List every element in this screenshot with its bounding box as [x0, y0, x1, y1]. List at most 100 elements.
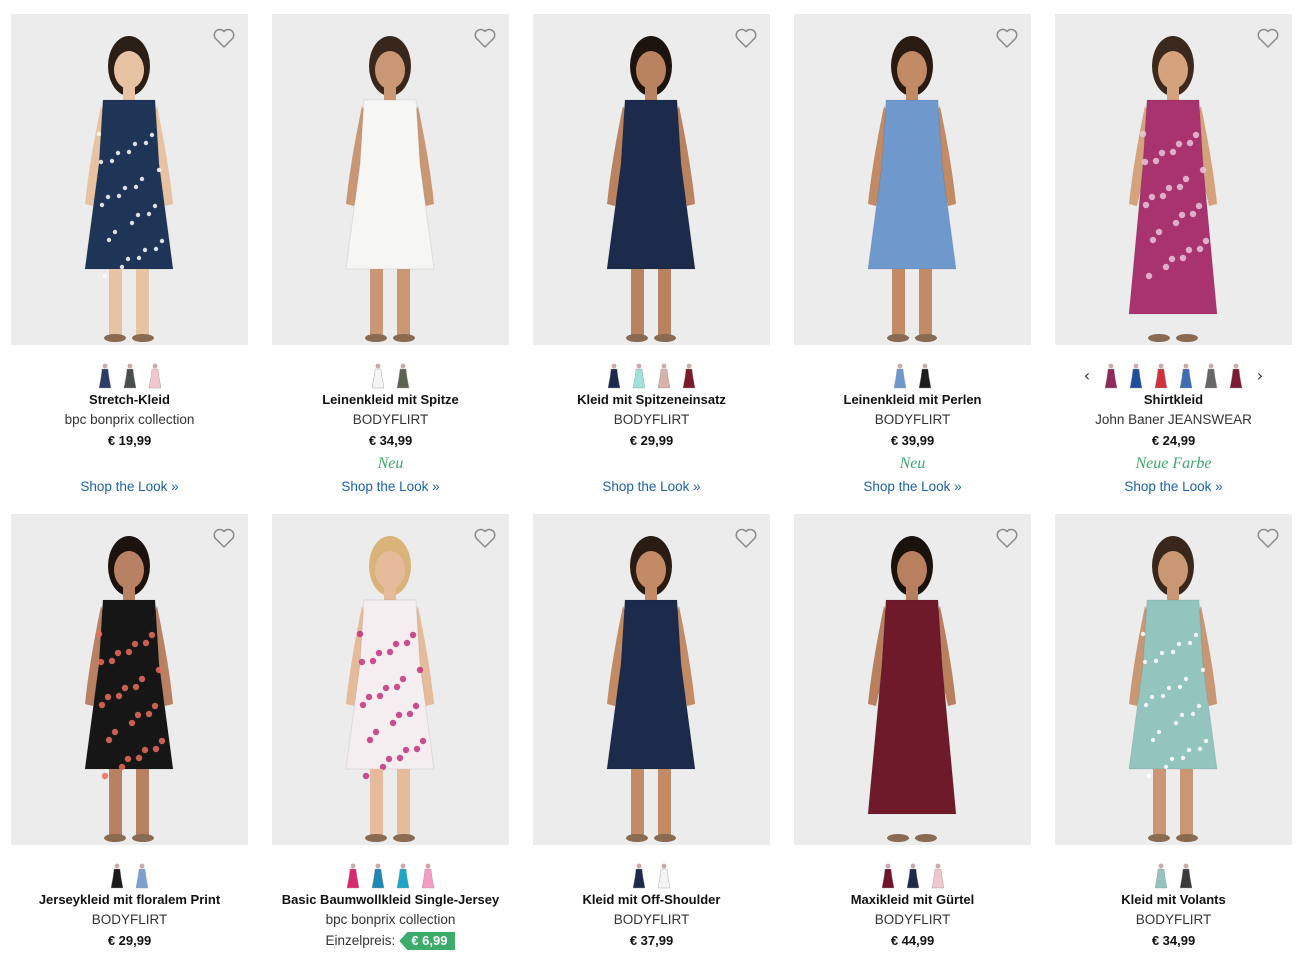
color-swatch[interactable] — [631, 863, 647, 889]
product-brand: bpc bonprix collection — [325, 912, 456, 927]
heart-outline-icon[interactable] — [995, 527, 1019, 549]
color-swatch[interactable] — [1203, 363, 1219, 389]
color-swatch[interactable] — [631, 363, 647, 389]
product-price: € 29,99 — [107, 933, 152, 948]
product-card[interactable]: Kleid mit Off-Shoulder BODYFLIRT € 37,99 — [533, 514, 770, 948]
heart-outline-icon[interactable] — [212, 27, 236, 49]
color-swatches — [1055, 861, 1292, 889]
product-name[interactable]: Leinenkleid mit Spitze — [272, 392, 509, 407]
product-image[interactable] — [794, 14, 1031, 345]
product-name[interactable]: Kleid mit Volants — [1055, 892, 1292, 907]
heart-outline-icon[interactable] — [734, 27, 758, 49]
product-brand: John Baner JEANSWEAR — [1095, 412, 1252, 427]
product-image[interactable] — [11, 14, 248, 345]
product-card[interactable]: Maxikleid mit Gürtel BODYFLIRT € 44,99 — [794, 514, 1031, 948]
product-brand: bpc bonprix collection — [64, 412, 195, 427]
color-swatch[interactable] — [880, 863, 896, 889]
color-swatch[interactable] — [1103, 363, 1119, 389]
product-price: € 34,99 — [1151, 933, 1196, 948]
product-card[interactable]: Leinenkleid mit Perlen BODYFLIRT € 39,99 Ne… — [794, 14, 1031, 494]
product-price: € 19,99 — [107, 433, 152, 448]
product-image[interactable] — [794, 514, 1031, 845]
color-swatch[interactable] — [917, 363, 933, 389]
shop-the-look-link[interactable]: Shop the Look » — [272, 479, 509, 494]
chevron-right-icon[interactable]: › — [1253, 363, 1267, 389]
product-card[interactable]: Basic Baumwollkleid Single-Jersey bpc bon… — [272, 514, 509, 950]
color-swatches — [11, 861, 248, 889]
product-card[interactable]: ‹ › Shirtkleid John Baner JEANSWEAR € 24,99… — [1055, 14, 1292, 494]
color-swatch[interactable] — [122, 363, 138, 389]
shop-the-look-link[interactable]: Shop the Look » — [794, 479, 1031, 494]
color-swatch[interactable] — [134, 863, 150, 889]
sale-price-badge: € 6,99 — [399, 932, 456, 950]
color-swatch[interactable] — [97, 363, 113, 389]
color-swatch[interactable] — [370, 363, 386, 389]
product-name[interactable]: Maxikleid mit Gürtel — [794, 892, 1031, 907]
color-swatch[interactable] — [905, 863, 921, 889]
product-card[interactable]: Kleid mit Spitzeneinsatz BODYFLIRT € 29,99… — [533, 14, 770, 494]
chevron-left-icon[interactable]: ‹ — [1080, 363, 1094, 389]
color-swatch[interactable] — [681, 363, 697, 389]
product-image[interactable] — [272, 514, 509, 845]
heart-outline-icon[interactable] — [212, 527, 236, 549]
product-image[interactable] — [533, 514, 770, 845]
sale-label: Einzelpreis: — [325, 933, 396, 948]
product-name[interactable]: Shirtkleid — [1055, 392, 1292, 407]
color-swatch[interactable] — [395, 863, 411, 889]
color-swatch[interactable] — [395, 363, 411, 389]
product-price: € 37,99 — [629, 933, 674, 948]
color-swatches: ‹ › — [1055, 361, 1292, 389]
color-swatch[interactable] — [1178, 363, 1194, 389]
heart-outline-icon[interactable] — [734, 527, 758, 549]
color-swatch[interactable] — [930, 863, 946, 889]
product-image[interactable] — [11, 514, 248, 845]
product-card[interactable]: Jerseykleid mit floralem Print BODYFLIRT €… — [11, 514, 248, 948]
color-swatches — [794, 361, 1031, 389]
color-swatch[interactable] — [147, 363, 163, 389]
product-name[interactable]: Leinenkleid mit Perlen — [794, 392, 1031, 407]
color-swatch[interactable] — [370, 863, 386, 889]
product-image[interactable] — [533, 14, 770, 345]
product-card[interactable]: Kleid mit Volants BODYFLIRT € 34,99 — [1055, 514, 1292, 948]
product-card[interactable]: Stretch-Kleid bpc bonprix collection € 19,… — [11, 14, 248, 494]
color-swatch[interactable] — [109, 863, 125, 889]
product-name[interactable]: Jerseykleid mit floralem Print — [11, 892, 248, 907]
product-image[interactable] — [1055, 514, 1292, 845]
product-brand: BODYFLIRT — [613, 912, 690, 927]
shop-the-look-link[interactable]: Shop the Look » — [533, 479, 770, 494]
product-name[interactable]: Kleid mit Spitzeneinsatz — [533, 392, 770, 407]
heart-outline-icon[interactable] — [1256, 27, 1280, 49]
color-swatch[interactable] — [1153, 363, 1169, 389]
color-swatch[interactable] — [1228, 363, 1244, 389]
new-badge: Neue Farbe — [1135, 455, 1212, 472]
color-swatch[interactable] — [892, 363, 908, 389]
heart-outline-icon[interactable] — [473, 27, 497, 49]
product-price: € 34,99 — [368, 433, 413, 448]
color-swatch[interactable] — [420, 863, 436, 889]
heart-outline-icon[interactable] — [473, 527, 497, 549]
heart-outline-icon[interactable] — [1256, 527, 1280, 549]
heart-outline-icon[interactable] — [995, 27, 1019, 49]
color-swatch[interactable] — [606, 363, 622, 389]
product-price: € 44,99 — [890, 933, 935, 948]
product-card[interactable]: Leinenkleid mit Spitze BODYFLIRT € 34,99 Ne… — [272, 14, 509, 494]
color-swatch[interactable] — [345, 863, 361, 889]
color-swatch[interactable] — [1128, 363, 1144, 389]
shop-the-look-link[interactable]: Shop the Look » — [1055, 479, 1292, 494]
product-image[interactable] — [272, 14, 509, 345]
sale-price-line: Einzelpreis: € 6,99 — [272, 932, 509, 950]
product-name[interactable]: Basic Baumwollkleid Single-Jersey — [272, 892, 509, 907]
product-brand: BODYFLIRT — [613, 412, 690, 427]
product-brand: BODYFLIRT — [352, 412, 429, 427]
color-swatch[interactable] — [656, 863, 672, 889]
color-swatch[interactable] — [1178, 863, 1194, 889]
color-swatches — [794, 861, 1031, 889]
product-image[interactable] — [1055, 14, 1292, 345]
shop-the-look-link[interactable]: Shop the Look » — [11, 479, 248, 494]
color-swatch[interactable] — [656, 363, 672, 389]
color-swatches — [533, 861, 770, 889]
color-swatch[interactable] — [1153, 863, 1169, 889]
product-name[interactable]: Kleid mit Off-Shoulder — [533, 892, 770, 907]
product-brand: BODYFLIRT — [91, 912, 168, 927]
product-name[interactable]: Stretch-Kleid — [11, 392, 248, 407]
